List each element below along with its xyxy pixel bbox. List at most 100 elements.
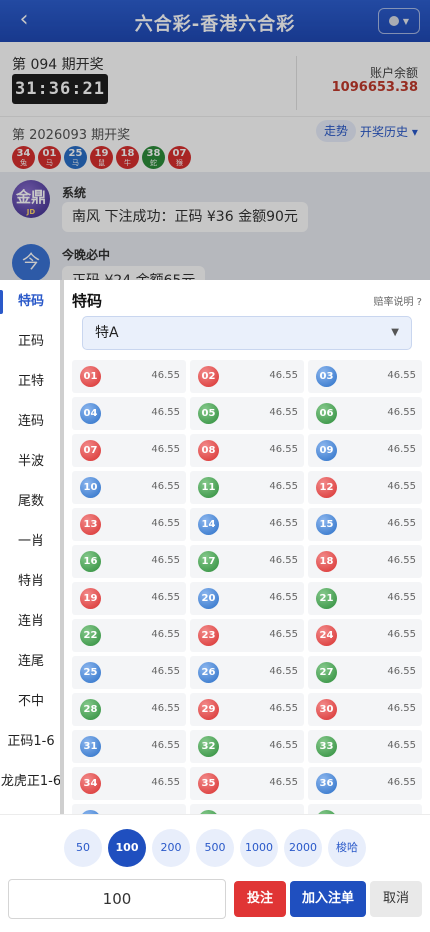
number-ball: 21 (316, 588, 337, 609)
odds-value: 46.55 (387, 555, 416, 566)
number-cell[interactable]: 23 46.55 (190, 619, 304, 652)
number-ball: 33 (316, 736, 337, 757)
amount-chip[interactable]: 梭哈 (328, 829, 366, 867)
number-cell[interactable]: 14 46.55 (190, 508, 304, 541)
sidebar-item[interactable]: 正特 (0, 374, 62, 390)
odds-value: 46.55 (269, 444, 298, 455)
number-ball: 12 (316, 477, 337, 498)
number-cell[interactable]: 25 46.55 (72, 656, 186, 689)
number-ball: 18 (316, 551, 337, 572)
odds-info-link[interactable]: 赔率说明 ? (374, 293, 423, 308)
number-cell[interactable]: 07 46.55 (72, 434, 186, 467)
number-cell[interactable]: 04 46.55 (72, 397, 186, 430)
number-cell[interactable]: 26 46.55 (190, 656, 304, 689)
sidebar-item[interactable]: 连码 (0, 414, 62, 430)
number-cell[interactable]: 30 46.55 (308, 693, 422, 726)
sidebar-item[interactable]: 连肖 (0, 614, 62, 630)
odds-value: 46.55 (151, 592, 180, 603)
odds-value: 46.55 (269, 481, 298, 492)
number-cell[interactable]: 24 46.55 (308, 619, 422, 652)
sidebar-item[interactable]: 龙虎正1-6 (0, 774, 62, 790)
number-cell[interactable]: 09 46.55 (308, 434, 422, 467)
amount-chip[interactable]: 1000 (240, 829, 278, 867)
number-cell[interactable]: 46.55 (72, 804, 186, 814)
odds-value: 46.55 (151, 481, 180, 492)
number-ball: 05 (198, 403, 219, 424)
odds-value: 46.55 (387, 592, 416, 603)
sidebar-item[interactable]: 半波 (0, 454, 62, 470)
add-to-slip-button[interactable]: 加入注单 (290, 881, 366, 917)
odds-value: 46.55 (269, 407, 298, 418)
bet-type-sidebar: 特码正码正特连码半波尾数一肖特肖连肖连尾不中正码1-6 龙虎正1-6 (0, 280, 62, 814)
number-ball: 07 (80, 440, 101, 461)
number-cell[interactable]: 28 46.55 (72, 693, 186, 726)
odds-value: 46.55 (387, 481, 416, 492)
number-cell[interactable]: 08 46.55 (190, 434, 304, 467)
number-ball: 19 (80, 588, 101, 609)
number-cell[interactable]: 33 46.55 (308, 730, 422, 763)
number-cell[interactable]: 22 46.55 (72, 619, 186, 652)
number-cell[interactable]: 15 46.55 (308, 508, 422, 541)
play-type-select[interactable]: 特A ▼ (82, 316, 412, 350)
amount-chip[interactable]: 2000 (284, 829, 322, 867)
number-cell[interactable]: 06 46.55 (308, 397, 422, 430)
sidebar-item[interactable]: 一肖 (0, 534, 62, 550)
number-cell[interactable]: 46.55 (190, 804, 304, 814)
cancel-button[interactable]: 取消 (370, 881, 422, 917)
number-cell[interactable]: 13 46.55 (72, 508, 186, 541)
sidebar-item[interactable]: 不中 (0, 694, 62, 710)
bet-amount-input[interactable]: 100 (8, 879, 226, 919)
sidebar-item[interactable]: 特肖 (0, 574, 62, 590)
amount-chip[interactable]: 100 (108, 829, 146, 867)
amount-chip[interactable]: 200 (152, 829, 190, 867)
odds-value: 46.55 (269, 518, 298, 529)
number-cell[interactable]: 34 46.55 (72, 767, 186, 800)
number-cell[interactable]: 03 46.55 (308, 360, 422, 393)
odds-value: 46.55 (151, 777, 180, 788)
number-cell[interactable]: 21 46.55 (308, 582, 422, 615)
odds-value: 46.55 (151, 703, 180, 714)
number-cell[interactable]: 46.55 (308, 804, 422, 814)
odds-value: 46.55 (269, 740, 298, 751)
sidebar-item[interactable]: 尾数 (0, 494, 62, 510)
bet-button[interactable]: 投注 (234, 881, 286, 917)
number-cell[interactable]: 32 46.55 (190, 730, 304, 763)
number-cell[interactable]: 12 46.55 (308, 471, 422, 504)
number-cell[interactable]: 29 46.55 (190, 693, 304, 726)
number-ball: 04 (80, 403, 101, 424)
amount-chip[interactable]: 500 (196, 829, 234, 867)
number-cell[interactable]: 01 46.55 (72, 360, 186, 393)
number-cell[interactable]: 36 46.55 (308, 767, 422, 800)
number-ball: 27 (316, 662, 337, 683)
number-ball: 17 (198, 551, 219, 572)
sidebar-item[interactable]: 连尾 (0, 654, 62, 670)
number-cell[interactable]: 10 46.55 (72, 471, 186, 504)
number-cell[interactable]: 27 46.55 (308, 656, 422, 689)
number-cell[interactable]: 05 46.55 (190, 397, 304, 430)
number-cell[interactable]: 17 46.55 (190, 545, 304, 578)
sidebar-item[interactable]: 正码 (0, 334, 62, 350)
number-cell[interactable]: 19 46.55 (72, 582, 186, 615)
chevron-down-icon: ▼ (391, 327, 399, 338)
number-cell[interactable]: 31 46.55 (72, 730, 186, 763)
odds-value: 46.55 (387, 629, 416, 640)
overlay-mask[interactable] (0, 0, 430, 280)
number-ball: 34 (80, 773, 101, 794)
odds-value: 46.55 (269, 777, 298, 788)
number-ball: 29 (198, 699, 219, 720)
number-cell[interactable]: 02 46.55 (190, 360, 304, 393)
sidebar-item[interactable]: 特码 (0, 290, 62, 314)
odds-value: 46.55 (151, 407, 180, 418)
odds-value: 46.55 (387, 444, 416, 455)
odds-value: 46.55 (387, 407, 416, 418)
number-cell[interactable]: 35 46.55 (190, 767, 304, 800)
bet-content: 特码 赔率说明 ? 特A ▼ 01 46.55 02 46.55 03 46.55 04 46… (64, 280, 430, 814)
number-ball: 03 (316, 366, 337, 387)
amount-chip[interactable]: 50 (64, 829, 102, 867)
number-cell[interactable]: 11 46.55 (190, 471, 304, 504)
number-cell[interactable]: 20 46.55 (190, 582, 304, 615)
sidebar-item[interactable]: 正码1-6 (0, 734, 62, 750)
number-cell[interactable]: 16 46.55 (72, 545, 186, 578)
number-ball: 36 (316, 773, 337, 794)
number-cell[interactable]: 18 46.55 (308, 545, 422, 578)
